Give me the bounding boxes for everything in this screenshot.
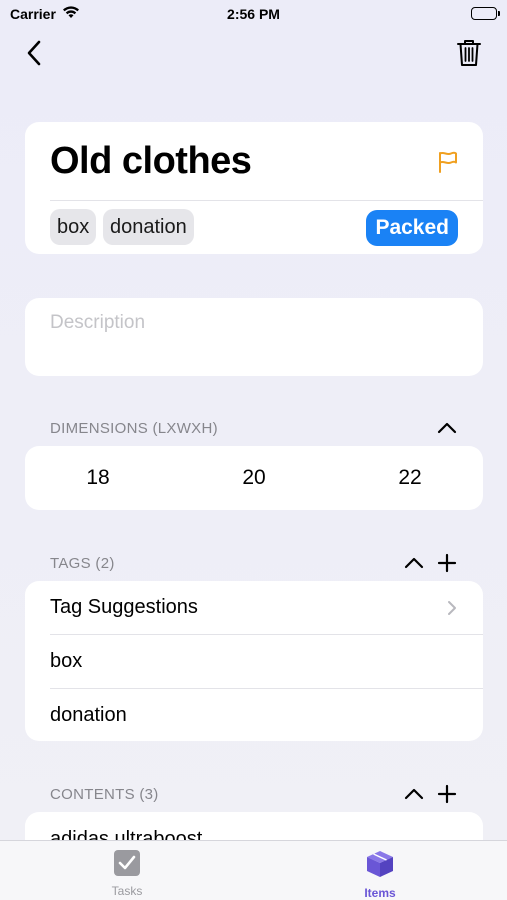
checkbox-icon: [114, 850, 140, 876]
plus-icon: [437, 553, 457, 573]
battery-icon: [471, 7, 500, 20]
collapse-dimensions-button[interactable]: [436, 421, 458, 435]
chevron-left-icon: [27, 40, 41, 66]
tab-tasks[interactable]: Tasks: [77, 849, 177, 898]
tags-header: TAGS (2): [50, 555, 115, 572]
flag-icon: [439, 151, 457, 173]
flag-button[interactable]: [437, 150, 459, 179]
chevron-right-icon: [447, 600, 457, 621]
tag-chip-box[interactable]: box: [50, 209, 97, 245]
add-content-button[interactable]: [437, 784, 457, 804]
dimensions-card: 18 20 22: [25, 446, 483, 510]
delete-button[interactable]: [455, 36, 483, 70]
tag-suggestions-label: Tag Suggestions: [50, 596, 198, 618]
length-field[interactable]: 18: [58, 466, 138, 490]
status-bar: Carrier 2:56 PM: [0, 0, 507, 28]
back-button[interactable]: [22, 36, 48, 70]
collapse-contents-button[interactable]: [403, 787, 425, 801]
width-field[interactable]: 20: [214, 466, 294, 490]
tab-label: Tasks: [111, 884, 143, 898]
tags-card: Tag Suggestions box donation: [25, 581, 483, 741]
chevron-up-icon: [404, 788, 424, 800]
height-field[interactable]: 22: [370, 466, 450, 490]
list-item[interactable]: box: [50, 635, 483, 688]
description-field[interactable]: [50, 312, 450, 334]
contents-header: CONTENTS (3): [50, 786, 159, 803]
tab-items[interactable]: Items: [330, 849, 430, 900]
trash-icon: [457, 40, 481, 66]
tag-chip-donation[interactable]: donation: [103, 209, 194, 245]
add-tag-button[interactable]: [437, 553, 457, 573]
packed-status-button[interactable]: Packed: [366, 210, 458, 246]
chevron-up-icon: [437, 422, 457, 434]
collapse-tags-button[interactable]: [403, 556, 425, 570]
item-header-card: Old clothes box donation Packed: [25, 122, 483, 254]
description-card: [25, 298, 483, 376]
chevron-up-icon: [404, 557, 424, 569]
divider: [50, 200, 483, 201]
tab-label: Items: [364, 886, 396, 900]
plus-icon: [437, 784, 457, 804]
dimensions-header: DIMENSIONS (LXWXH): [50, 420, 218, 437]
tag-suggestions-row[interactable]: Tag Suggestions: [50, 581, 483, 634]
tag-label: donation: [50, 704, 127, 726]
tab-bar: Tasks Items: [0, 840, 507, 900]
item-title[interactable]: Old clothes: [50, 140, 252, 183]
list-item[interactable]: donation: [50, 689, 483, 742]
clock: 2:56 PM: [227, 6, 280, 22]
cube-icon: [367, 851, 393, 877]
tag-label: box: [50, 650, 83, 672]
